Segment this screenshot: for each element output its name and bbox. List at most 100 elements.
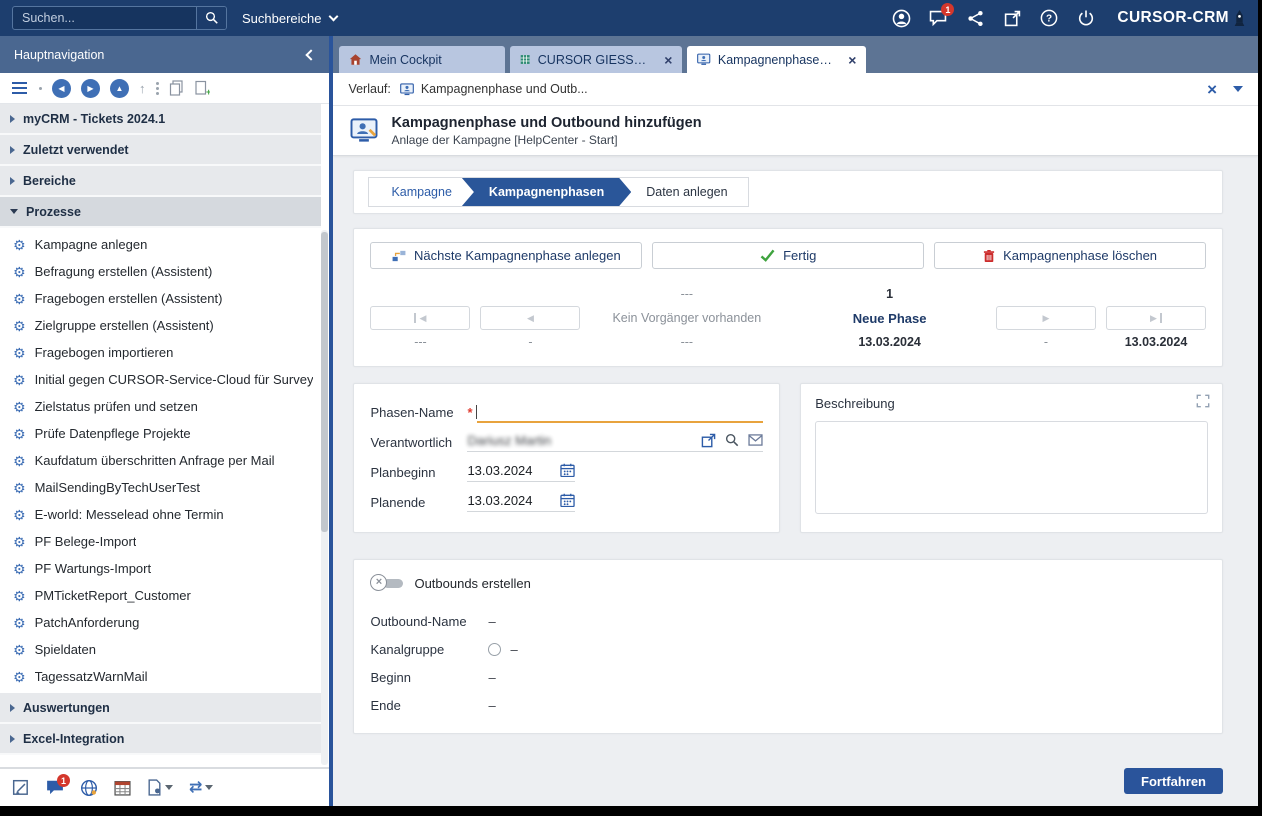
wizard-step-kampagnenphasen[interactable]: Kampagnenphasen	[462, 178, 631, 206]
menu-icon[interactable]	[12, 87, 27, 89]
sidebar-section-zuletzt-verwendet[interactable]: Zuletzt verwendet	[0, 135, 321, 166]
tab-kampagnenphase[interactable]: Kampagnenphase u... ×	[687, 46, 866, 73]
process-item[interactable]: ⚙ Fragebogen importieren	[0, 339, 321, 366]
current-phase-date: 13.03.2024	[793, 335, 986, 349]
process-item[interactable]: ⚙ TagessatzWarnMail	[0, 663, 321, 690]
delete-phase-button[interactable]: Kampagnenphase löschen	[934, 242, 1206, 269]
collapse-sidebar-icon[interactable]	[306, 49, 317, 60]
process-item[interactable]: ⚙ Befragung erstellen (Assistent)	[0, 258, 321, 285]
process-item[interactable]: ⚙ Fragebogen erstellen (Assistent)	[0, 285, 321, 312]
nav-back-button[interactable]: ◀	[52, 79, 71, 98]
gear-icon: ⚙	[13, 508, 26, 522]
finish-button[interactable]: Fertig	[652, 242, 924, 269]
predecessor-status: Kein Vorgänger vorhanden	[590, 311, 783, 325]
web-button[interactable]	[80, 779, 98, 797]
wizard-step-daten-anlegen[interactable]: Daten anlegen	[619, 178, 747, 206]
sidebar-footer: 1 ⇄	[0, 767, 329, 806]
wizard-step-kampagne[interactable]: Kampagne	[369, 178, 473, 206]
action-row: Nächste Kampagnenphase anlegen Fertig Ka…	[370, 242, 1206, 269]
button-label: Fertig	[783, 248, 816, 263]
last-phase-button[interactable]: ▶	[1106, 306, 1206, 330]
process-item[interactable]: ⚙ MailSendingByTechUserTest	[0, 474, 321, 501]
notifications-button[interactable]: 1	[928, 8, 948, 28]
process-item[interactable]: ⚙ Kampagne anlegen	[0, 231, 321, 258]
chevron-down-icon[interactable]	[205, 785, 213, 790]
search-button[interactable]	[196, 7, 226, 29]
calendar-picker-icon[interactable]	[560, 463, 575, 477]
messages-button[interactable]: 1	[46, 779, 64, 796]
expand-icon[interactable]	[1196, 394, 1210, 408]
process-item[interactable]: ⚙ Zielgruppe erstellen (Assistent)	[0, 312, 321, 339]
calendar-picker-icon[interactable]	[560, 493, 575, 507]
share-button[interactable]	[965, 8, 985, 28]
process-item[interactable]: ⚙ PMTicketReport_Customer	[0, 582, 321, 609]
tab-mein-cockpit[interactable]: Mein Cockpit	[339, 46, 505, 73]
process-item[interactable]: ⚙ Kaufdatum überschritten Anfrage per Ma…	[0, 447, 321, 474]
search-input[interactable]	[13, 7, 196, 29]
mail-icon[interactable]	[748, 434, 763, 446]
outbounds-toggle[interactable]: ×	[370, 574, 404, 592]
responsible-value: Dariusz Martin	[467, 433, 692, 448]
sidebar-section-bereiche[interactable]: Bereiche	[0, 166, 321, 197]
description-textarea[interactable]	[815, 421, 1208, 514]
toggle-knob-off-icon: ×	[370, 574, 387, 591]
trash-icon	[983, 249, 995, 263]
sidebar-section-prozesse[interactable]: Prozesse	[0, 197, 321, 228]
document-gear-icon	[147, 779, 162, 796]
next-phase-button[interactable]: ▶	[996, 306, 1096, 330]
nav-up-button[interactable]: ▲	[110, 79, 129, 98]
sidebar-scroll-area: myCRM - Tickets 2024.1 Zuletzt verwendet…	[0, 104, 329, 767]
plan-begin-value[interactable]: 13.03.2024	[467, 463, 532, 478]
first-phase-button[interactable]: ◀	[370, 306, 470, 330]
chevron-right-icon	[10, 115, 15, 123]
open-window-button[interactable]	[1002, 8, 1022, 28]
lookup-icon[interactable]	[725, 433, 739, 447]
section-label: Prozesse	[26, 205, 81, 219]
account-icon	[892, 9, 911, 28]
process-item[interactable]: ⚙ E-world: Messelead ohne Termin	[0, 501, 321, 528]
continue-button[interactable]: Fortfahren	[1124, 768, 1223, 794]
chevron-down-icon[interactable]	[165, 785, 173, 790]
sidebar-section-excel-integration[interactable]: Excel-Integration	[0, 724, 321, 755]
more-options-icon[interactable]	[156, 82, 159, 85]
radio-icon[interactable]	[488, 643, 501, 656]
process-item-label: E-world: Messelead ohne Termin	[35, 507, 224, 522]
sync-button[interactable]: ⇄	[189, 780, 213, 796]
sidebar-section-auswertungen[interactable]: Auswertungen	[0, 693, 321, 724]
account-button[interactable]	[891, 8, 911, 28]
copy-page-icon[interactable]	[169, 80, 184, 96]
upload-icon[interactable]: ↑	[139, 81, 146, 96]
help-button[interactable]: ?	[1039, 8, 1059, 28]
process-item[interactable]: ⚙ PF Belege-Import	[0, 528, 321, 555]
messages-badge: 1	[57, 774, 70, 787]
tab-close-icon[interactable]: ×	[842, 53, 856, 67]
process-item[interactable]: ⚙ Spieldaten	[0, 636, 321, 663]
logout-button[interactable]	[1076, 8, 1096, 28]
chevron-down-icon[interactable]	[1233, 86, 1243, 92]
previous-phase-button[interactable]: ◀	[480, 306, 580, 330]
sidebar-section-mycrm[interactable]: myCRM - Tickets 2024.1	[0, 104, 321, 135]
document-settings-button[interactable]	[147, 779, 173, 796]
process-item[interactable]: ⚙ Zielstatus prüfen und setzen	[0, 393, 321, 420]
create-next-phase-button[interactable]: Nächste Kampagnenphase anlegen	[370, 242, 642, 269]
plan-end-value[interactable]: 13.03.2024	[467, 493, 532, 508]
process-item[interactable]: ⚙ PatchAnforderung	[0, 609, 321, 636]
open-record-icon[interactable]	[701, 433, 716, 448]
process-item[interactable]: ⚙ PF Wartungs-Import	[0, 555, 321, 582]
nav-forward-button[interactable]: ▶	[81, 79, 100, 98]
scrollbar-thumb[interactable]	[321, 232, 328, 532]
tab-close-icon[interactable]: ×	[658, 53, 672, 67]
search-areas-button[interactable]: Suchbereiche	[242, 11, 337, 26]
tab-cursor-giessen[interactable]: CURSOR GIESSEN, Gi... ×	[510, 46, 682, 73]
form-row: Phasen-Name * Verantwortlich Dariusz Mar…	[353, 383, 1223, 533]
page-icon	[350, 118, 378, 143]
calendar-button[interactable]	[114, 779, 131, 796]
new-page-icon[interactable]: +	[194, 80, 210, 96]
process-item[interactable]: ⚙ Initial gegen CURSOR-Service-Cloud für…	[0, 366, 321, 393]
phase-name-input[interactable]	[477, 402, 764, 423]
close-icon[interactable]: ×	[1207, 81, 1217, 98]
history-item[interactable]: Kampagnenphase und Outb...	[400, 82, 588, 96]
process-item-label: Fragebogen importieren	[35, 345, 174, 360]
process-item[interactable]: ⚙ Prüfe Datenpflege Projekte	[0, 420, 321, 447]
edit-note-button[interactable]	[12, 779, 30, 797]
